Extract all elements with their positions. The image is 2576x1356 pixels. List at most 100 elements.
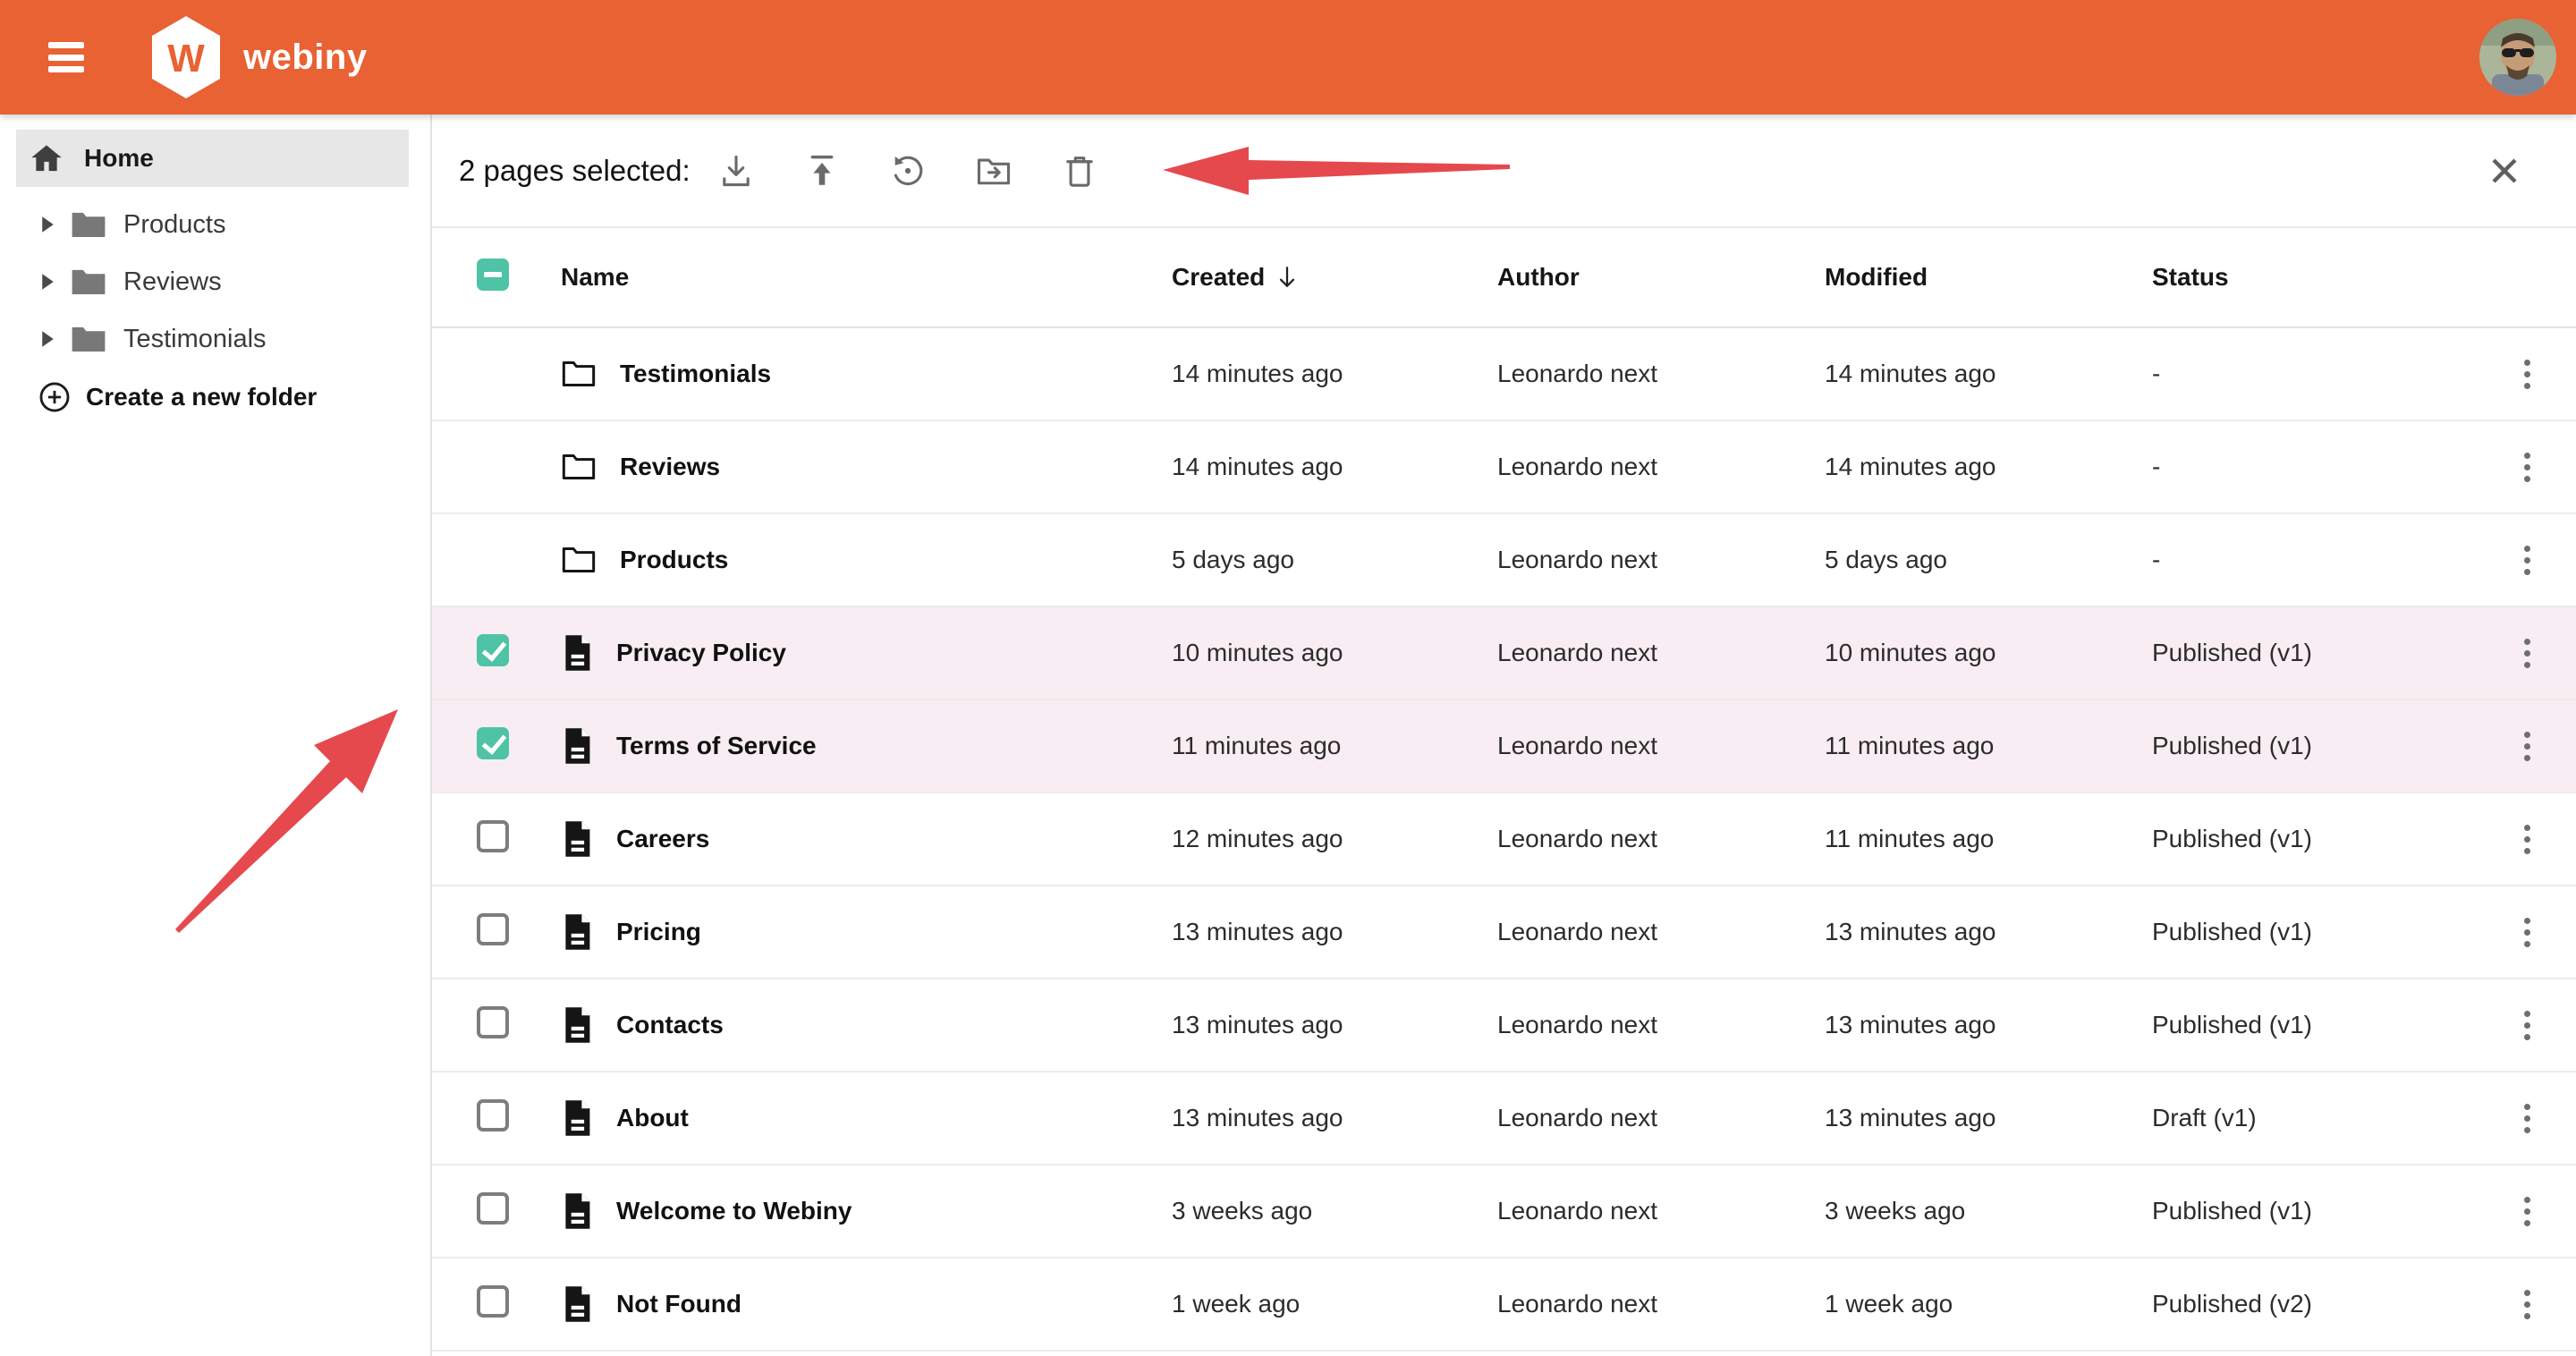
row-menu-button[interactable] [2512,1002,2543,1049]
delete-button[interactable] [1059,150,1100,191]
row-name: Reviews [620,453,720,481]
folder-icon [70,208,107,241]
table-row[interactable]: Not Found 1 week ago Leonardo next 1 wee… [432,1259,2576,1352]
table-row[interactable]: Contacts 13 minutes ago Leonardo next 13… [432,979,2576,1072]
sidebar-item-reviews[interactable]: Reviews [0,253,430,310]
row-modified: 11 minutes ago [1825,732,2152,760]
row-created: 14 minutes ago [1172,453,1497,481]
row-menu-button[interactable] [2512,723,2543,770]
close-icon [2486,152,2523,190]
row-modified: 13 minutes ago [1825,918,2152,946]
chevron-right-icon [41,216,55,233]
select-all-checkbox[interactable] [477,258,509,291]
row-status: Published (v1) [2152,732,2478,760]
row-status: - [2152,360,2478,388]
row-author: Leonardo next [1497,1011,1825,1039]
selection-toolbar: 2 pages selected: [432,114,2576,228]
webiny-hexagon-icon: W [147,14,225,100]
row-checkbox[interactable] [477,1006,509,1038]
document-icon [561,912,593,952]
table-header: Name Created Author Modified Status [432,228,2576,328]
row-checkbox[interactable] [477,1192,509,1225]
move-to-folder-button[interactable] [973,150,1014,191]
restore-icon [888,151,928,191]
row-menu-button[interactable] [2512,1188,2543,1235]
row-checkbox[interactable] [477,727,509,759]
document-icon [561,726,593,766]
menu-button[interactable] [48,42,84,72]
column-header-name[interactable]: Name [561,263,1172,292]
row-created: 5 days ago [1172,546,1497,574]
column-header-created[interactable]: Created [1172,263,1497,292]
row-checkbox[interactable] [477,913,509,945]
row-status: Published (v1) [2152,1011,2478,1039]
row-created: 14 minutes ago [1172,360,1497,388]
selection-count-label: 2 pages selected: [459,154,691,188]
column-header-author[interactable]: Author [1497,263,1825,292]
sort-desc-arrow-icon [1275,265,1299,290]
table-row[interactable]: Privacy Policy 10 minutes ago Leonardo n… [432,607,2576,700]
table-row[interactable]: About 13 minutes ago Leonardo next 13 mi… [432,1072,2576,1165]
row-modified: 10 minutes ago [1825,639,2152,667]
table-row[interactable]: Careers 12 minutes ago Leonardo next 11 … [432,793,2576,886]
row-name: About [616,1104,689,1132]
row-author: Leonardo next [1497,639,1825,667]
row-created: 3 weeks ago [1172,1197,1497,1225]
row-menu-button[interactable] [2512,537,2543,584]
row-author: Leonardo next [1497,732,1825,760]
folder-icon [561,451,597,483]
row-modified: 11 minutes ago [1825,825,2152,853]
pages-list-panel: 2 pages selected: [432,114,2576,1356]
row-author: Leonardo next [1497,918,1825,946]
document-icon [561,1005,593,1045]
folder-icon [70,323,107,355]
row-checkbox[interactable] [477,1285,509,1318]
table-row[interactable]: Terms of Service 11 minutes ago Leonardo… [432,700,2576,793]
sidebar-item-home[interactable]: Home [16,130,409,187]
row-checkbox[interactable] [477,1099,509,1131]
document-icon [561,1191,593,1231]
row-name: Welcome to Webiny [616,1197,852,1225]
table-row[interactable]: Testimonials 14 minutes ago Leonardo nex… [432,328,2576,421]
row-menu-button[interactable] [2512,351,2543,398]
row-checkbox[interactable] [477,820,509,852]
column-header-modified[interactable]: Modified [1825,263,2152,292]
user-avatar[interactable] [2479,19,2556,96]
sidebar-item-products[interactable]: Products [0,196,430,253]
row-menu-button[interactable] [2512,1095,2543,1142]
create-folder-button[interactable]: Create a new folder [0,380,317,414]
chevron-right-icon [41,330,55,348]
download-icon [716,151,756,191]
publish-icon [802,151,842,191]
row-modified: 13 minutes ago [1825,1011,2152,1039]
row-modified: 5 days ago [1825,546,2152,574]
sidebar-item-testimonials[interactable]: Testimonials [0,310,430,368]
row-modified: 1 week ago [1825,1290,2152,1318]
document-icon [561,633,593,673]
row-menu-button[interactable] [2512,630,2543,677]
row-menu-button[interactable] [2512,444,2543,491]
row-menu-button[interactable] [2512,816,2543,863]
row-created: 13 minutes ago [1172,918,1497,946]
row-menu-button[interactable] [2512,1281,2543,1328]
column-header-status[interactable]: Status [2152,263,2478,292]
restore-button[interactable] [887,150,928,191]
row-author: Leonardo next [1497,1104,1825,1132]
row-created: 11 minutes ago [1172,732,1497,760]
row-menu-button[interactable] [2512,909,2543,956]
app-bar: W webiny [0,0,2576,114]
folder-tree-sidebar: Home Products Reviews [0,114,432,1356]
table-row[interactable]: Reviews 14 minutes ago Leonardo next 14 … [432,421,2576,514]
row-author: Leonardo next [1497,546,1825,574]
table-row[interactable]: Products 5 days ago Leonardo next 5 days… [432,514,2576,607]
move-to-folder-icon [974,151,1013,191]
folder-icon [561,544,597,576]
table-row[interactable]: Welcome to Webiny 3 weeks ago Leonardo n… [432,1165,2576,1259]
download-button[interactable] [716,150,757,191]
table-body: Testimonials 14 minutes ago Leonardo nex… [432,328,2576,1352]
row-checkbox[interactable] [477,634,509,666]
publish-button[interactable] [801,150,843,191]
table-row[interactable]: Pricing 13 minutes ago Leonardo next 13 … [432,886,2576,979]
row-status: Draft (v1) [2152,1104,2478,1132]
close-selection-button[interactable] [2485,151,2524,191]
